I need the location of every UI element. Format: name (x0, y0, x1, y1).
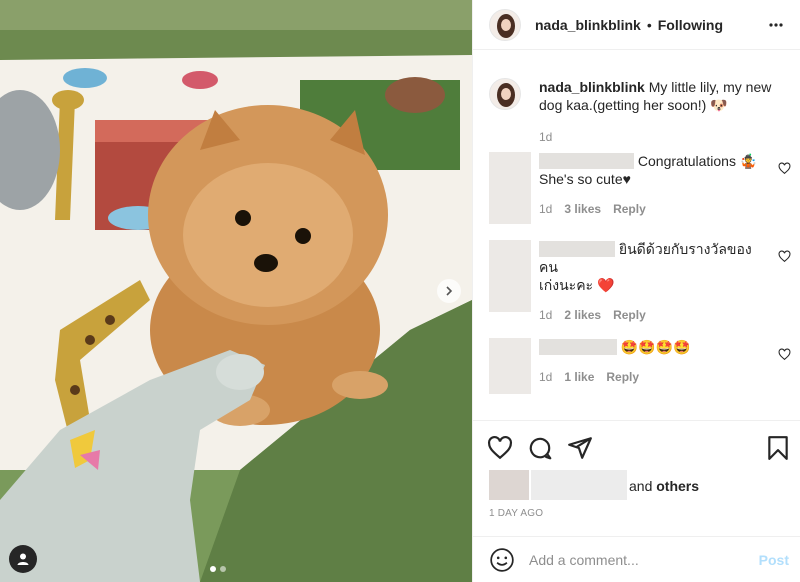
comment-text: She's so cute♥ (539, 171, 631, 187)
reply-button[interactable]: Reply (606, 368, 639, 386)
user-tag-icon[interactable] (9, 545, 37, 573)
avatar[interactable] (489, 470, 529, 500)
comment-icon[interactable] (527, 435, 553, 461)
heart-icon[interactable] (778, 348, 791, 361)
add-comment-bar: Post (473, 536, 800, 582)
carousel-dot-active (210, 566, 216, 572)
puppy-image (0, 0, 472, 582)
caption-time: 1d (539, 130, 553, 144)
comment-body: Congratulations 🤹 She's so cute♥ 1d 3 li… (539, 152, 769, 218)
comment-likes[interactable]: 2 likes (564, 306, 601, 324)
avatar[interactable] (489, 78, 521, 110)
avatar[interactable] (489, 152, 531, 224)
likes-text: and others (629, 478, 699, 494)
likes-others-link[interactable]: others (656, 478, 699, 494)
post-header: nada_blinkblink • Following (473, 0, 800, 50)
carousel-dots (210, 566, 226, 572)
caption-text: nada_blinkblink My little lily, my new d… (539, 78, 779, 146)
heart-icon[interactable] (778, 250, 791, 263)
heart-icon[interactable] (778, 162, 791, 175)
comment-likes[interactable]: 1 like (564, 368, 594, 386)
comment-time: 1d (539, 202, 553, 216)
comment-body: ยินดีด้วยกับรางวัลของคน เก่งนะคะ ❤️ 1d 2… (539, 240, 769, 324)
following-button[interactable]: Following (658, 17, 723, 33)
share-icon[interactable] (567, 435, 593, 461)
heart-icon[interactable] (487, 435, 513, 461)
comment-body: 🤩🤩🤩🤩 1d 1 like Reply (539, 338, 769, 386)
header-username[interactable]: nada_blinkblink (535, 17, 641, 33)
likes-summary: and others (489, 470, 789, 500)
comment-meta: 1d 1 like Reply (539, 368, 769, 386)
comment-likes[interactable]: 3 likes (564, 200, 601, 218)
post-button[interactable]: Post (759, 552, 789, 568)
header-separator: • (646, 16, 652, 33)
reply-button[interactable]: Reply (613, 200, 646, 218)
comments-list: nada_blinkblink My little lily, my new d… (473, 56, 800, 416)
comment-text: เก่งนะคะ ❤️ (539, 277, 615, 293)
chevron-right-icon[interactable] (437, 279, 461, 303)
post-timestamp: 1 DAY AGO (489, 508, 544, 519)
comment-time: 1d (539, 308, 553, 322)
comment-time: 1d (539, 370, 553, 384)
avatar[interactable] (489, 240, 531, 312)
comment-meta: 1d 2 likes Reply (539, 306, 769, 324)
carousel-dot (220, 566, 226, 572)
comment-username[interactable] (539, 339, 617, 355)
post-side-panel: nada_blinkblink • Following nada_blinkbl… (472, 0, 800, 582)
avatar[interactable] (489, 8, 521, 41)
reply-button[interactable]: Reply (613, 306, 646, 324)
post-photo[interactable] (0, 0, 472, 582)
avatar[interactable] (489, 338, 531, 394)
comment-username[interactable] (539, 153, 634, 169)
comment-text: Congratulations 🤹 (637, 153, 758, 169)
action-bar (473, 420, 800, 472)
comment-input[interactable] (529, 551, 749, 568)
caption-username[interactable]: nada_blinkblink (539, 79, 645, 95)
smile-icon[interactable] (489, 547, 515, 573)
comment-username[interactable] (539, 241, 615, 257)
comment-text: 🤩🤩🤩🤩 (620, 339, 691, 355)
liker-name[interactable] (531, 470, 627, 500)
more-icon[interactable] (768, 18, 784, 32)
caption-emoji: 🐶 (710, 97, 728, 113)
bookmark-icon[interactable] (765, 435, 791, 461)
comment-meta: 1d 3 likes Reply (539, 200, 769, 218)
likes-and: and (629, 478, 653, 494)
